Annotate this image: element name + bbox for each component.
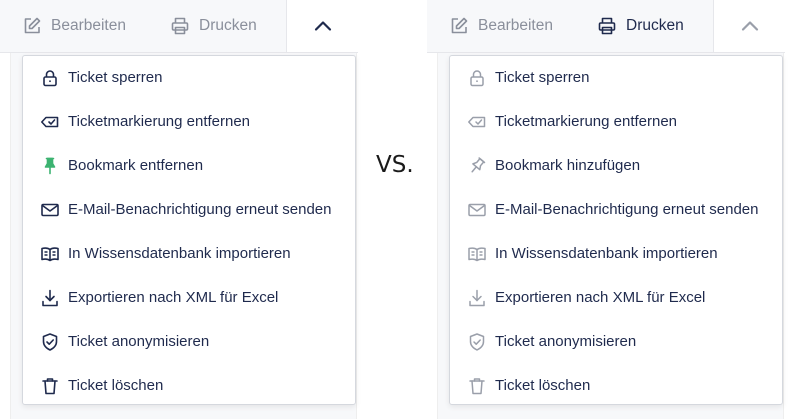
edit-label: Bearbeiten xyxy=(51,17,126,34)
menu-item-label: Ticket sperren xyxy=(495,69,590,86)
book-icon xyxy=(40,244,60,264)
menu-item-resend-email[interactable]: E-Mail-Benachrichtigung erneut senden xyxy=(450,188,782,232)
menu-item-label: Bookmark entfernen xyxy=(68,157,204,174)
menu-item-delete[interactable]: Ticket löschen xyxy=(450,364,782,408)
menu-toggle-button[interactable] xyxy=(286,0,359,52)
menu-item-anonymize[interactable]: Ticket anonymisieren xyxy=(23,320,355,364)
mail-icon xyxy=(40,200,60,220)
book-icon xyxy=(467,244,487,264)
vs-separator: VS. xyxy=(376,152,414,178)
print-label: Drucken xyxy=(626,17,684,34)
menu-item-anonymize[interactable]: Ticket anonymisieren xyxy=(450,320,782,364)
lock-icon xyxy=(40,68,60,88)
menu-item-label: E-Mail-Benachrichtigung erneut senden xyxy=(68,201,332,218)
edit-label: Bearbeiten xyxy=(478,17,553,34)
pin-outline-icon xyxy=(467,156,487,176)
menu-item-label: Ticketmarkierung entfernen xyxy=(68,113,251,130)
trash-icon xyxy=(40,376,60,396)
actions-menu: Ticket sperren Ticketmarkierung entferne… xyxy=(449,55,783,405)
menu-item-export-xml[interactable]: Exportieren nach XML für Excel xyxy=(450,276,782,320)
menu-item-delete[interactable]: Ticket löschen xyxy=(23,364,355,408)
toolbar: Bearbeiten Drucken xyxy=(0,0,359,53)
download-icon xyxy=(467,288,487,308)
menu-item-label: In Wissensdatenbank importieren xyxy=(495,245,718,262)
menu-item-label: E-Mail-Benachrichtigung erneut senden xyxy=(495,201,759,218)
menu-item-remove-tag[interactable]: Ticketmarkierung entfernen xyxy=(450,100,782,144)
menu-item-remove-tag[interactable]: Ticketmarkierung entfernen xyxy=(23,100,355,144)
download-icon xyxy=(40,288,60,308)
menu-item-bookmark[interactable]: Bookmark entfernen xyxy=(23,144,355,188)
menu-item-lock-ticket[interactable]: Ticket sperren xyxy=(450,56,782,100)
menu-item-label: Ticket löschen xyxy=(68,377,164,394)
panel-left: Bearbeiten Drucken Ticket sperren Ticket… xyxy=(0,0,359,419)
print-label: Drucken xyxy=(199,17,257,34)
tag-remove-icon xyxy=(467,112,487,132)
menu-item-label: Exportieren nach XML für Excel xyxy=(68,289,279,306)
menu-item-label: Ticket anonymisieren xyxy=(68,333,210,350)
menu-item-lock-ticket[interactable]: Ticket sperren xyxy=(23,56,355,100)
edit-icon xyxy=(22,16,42,36)
menu-item-label: Ticket anonymisieren xyxy=(495,333,637,350)
menu-item-label: Ticketmarkierung entfernen xyxy=(495,113,678,130)
lock-icon xyxy=(467,68,487,88)
trash-icon xyxy=(467,376,487,396)
pin-icon xyxy=(40,156,60,176)
panel-right: Bearbeiten Drucken Ticket sperren Ticket… xyxy=(427,0,786,419)
mail-icon xyxy=(467,200,487,220)
shield-check-icon xyxy=(40,332,60,352)
toolbar: Bearbeiten Drucken xyxy=(427,0,786,53)
chevron-up-icon xyxy=(739,15,761,37)
chevron-up-icon xyxy=(312,15,334,37)
menu-item-resend-email[interactable]: E-Mail-Benachrichtigung erneut senden xyxy=(23,188,355,232)
print-button[interactable]: Drucken xyxy=(170,0,257,52)
menu-item-label: Ticket löschen xyxy=(495,377,591,394)
menu-item-bookmark[interactable]: Bookmark hinzufügen xyxy=(450,144,782,188)
menu-item-label: Ticket sperren xyxy=(68,69,163,86)
edit-button[interactable]: Bearbeiten xyxy=(22,0,126,52)
menu-item-export-xml[interactable]: Exportieren nach XML für Excel xyxy=(23,276,355,320)
tag-remove-icon xyxy=(40,112,60,132)
shield-check-icon xyxy=(467,332,487,352)
menu-item-knowledge-base[interactable]: In Wissensdatenbank importieren xyxy=(23,232,355,276)
edit-icon xyxy=(449,16,469,36)
print-icon xyxy=(170,16,190,36)
menu-toggle-button[interactable] xyxy=(713,0,786,52)
menu-item-label: Exportieren nach XML für Excel xyxy=(495,289,706,306)
actions-menu: Ticket sperren Ticketmarkierung entferne… xyxy=(22,55,356,405)
menu-item-label: In Wissensdatenbank importieren xyxy=(68,245,291,262)
menu-item-label: Bookmark hinzufügen xyxy=(495,157,641,174)
print-button[interactable]: Drucken xyxy=(597,0,684,52)
print-icon xyxy=(597,16,617,36)
edit-button[interactable]: Bearbeiten xyxy=(449,0,553,52)
menu-item-knowledge-base[interactable]: In Wissensdatenbank importieren xyxy=(450,232,782,276)
